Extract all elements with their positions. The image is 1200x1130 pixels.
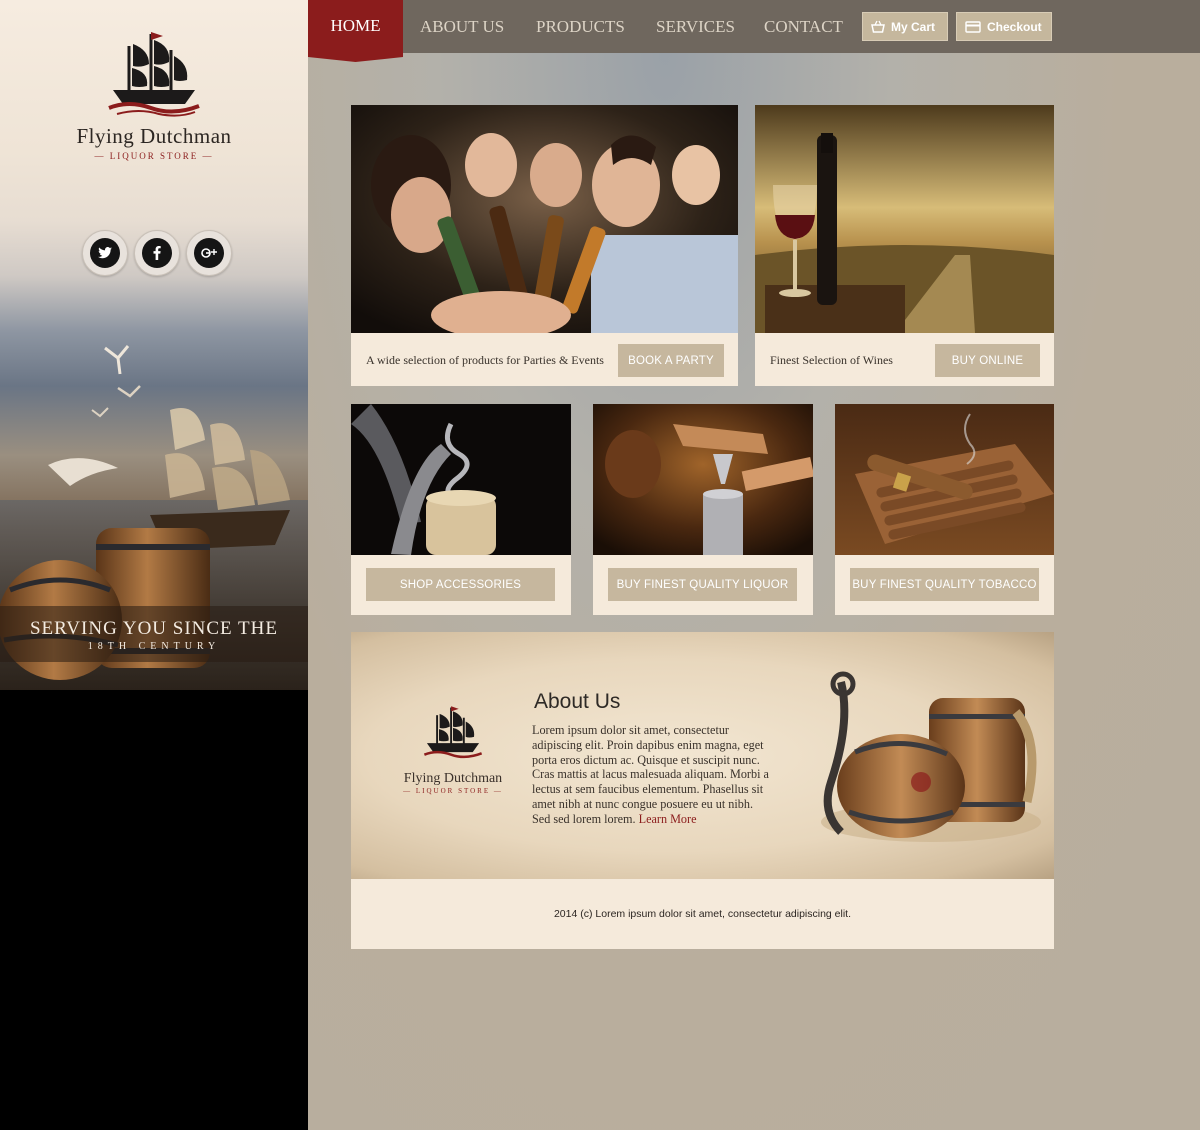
learn-more-link[interactable]: Learn More [639,812,697,826]
my-cart-button[interactable]: My Cart [862,12,948,41]
shop-accessories-button[interactable]: SHOP ACCESSORIES [366,568,555,601]
cigars-photo [835,404,1054,555]
social-links [82,230,232,276]
credit-card-icon [965,20,981,33]
sidebar-hero: Flying Dutchman — LIQUOR STORE — SERVING… [0,0,308,690]
buy-online-button[interactable]: BUY ONLINE [935,344,1040,377]
barrels-anchor-illustration [821,671,1041,842]
wine-card: Finest Selection of Wines BUY ONLINE [755,105,1054,386]
nav-about-us[interactable]: ABOUT US [420,17,504,37]
brand-name: Flying Dutchman [76,124,232,148]
about-logo: Flying Dutchman — LIQUOR STORE — [373,702,533,795]
liquor-card: BUY FINEST QUALITY LIQUOR [593,404,813,615]
nav-contact[interactable]: CONTACT [764,17,843,37]
book-a-party-button[interactable]: BOOK A PARTY [618,344,724,377]
footer-copyright: 2014 (c) Lorem ipsum dolor sit amet, con… [553,908,852,920]
top-navigation: HOME ABOUT US PRODUCTS SERVICES CONTACT … [308,0,1200,62]
party-photo [351,105,738,333]
accessories-card: SHOP ACCESSORIES [351,404,571,615]
facebook-icon [142,238,172,268]
brand-tagline: — LIQUOR STORE — [94,151,214,161]
about-brand-name: Flying Dutchman [403,771,503,786]
corkscrew-photo [351,404,571,555]
basket-icon [871,20,885,33]
my-cart-label: My Cart [891,19,936,34]
party-card: A wide selection of products for Parties… [351,105,738,386]
ship-logo-icon [108,32,200,117]
nav-products[interactable]: PRODUCTS [536,17,625,37]
wine-photo [755,105,1054,333]
nav-services[interactable]: SERVICES [656,17,735,37]
ship-logo-icon [423,706,483,759]
serving-title: SERVING YOU SINCE THE [29,618,278,639]
serving-subtitle: 18TH CENTURY [87,641,221,652]
nav-home[interactable]: HOME [308,0,403,62]
sidebar: Flying Dutchman — LIQUOR STORE — SERVING… [0,0,308,1130]
about-title: About Us [534,690,621,713]
tobacco-card: BUY FINEST QUALITY TOBACCO [835,404,1054,615]
wine-caption: Finest Selection of Wines [770,353,893,367]
serving-banner: SERVING YOU SINCE THE 18TH CENTURY [0,606,308,662]
party-caption: A wide selection of products for Parties… [366,353,604,367]
facebook-button[interactable] [134,230,180,276]
footer: 2014 (c) Lorem ipsum dolor sit amet, con… [351,879,1054,949]
checkout-button[interactable]: Checkout [956,12,1052,41]
twitter-button[interactable] [82,230,128,276]
twitter-icon [90,238,120,268]
about-section: Flying Dutchman — LIQUOR STORE — About U… [351,632,1054,879]
google-plus-button[interactable] [186,230,232,276]
about-brand-tagline: — LIQUOR STORE — [403,787,503,795]
google-plus-icon [194,238,224,268]
bartender-photo [593,404,813,555]
checkout-label: Checkout [987,19,1042,34]
buy-tobacco-button[interactable]: BUY FINEST QUALITY TOBACCO [850,568,1039,601]
about-text: Lorem ipsum dolor sit amet, consectetur … [532,723,769,826]
brand-logo[interactable]: Flying Dutchman — LIQUOR STORE — [0,28,308,161]
buy-liquor-button[interactable]: BUY FINEST QUALITY LIQUOR [608,568,797,601]
